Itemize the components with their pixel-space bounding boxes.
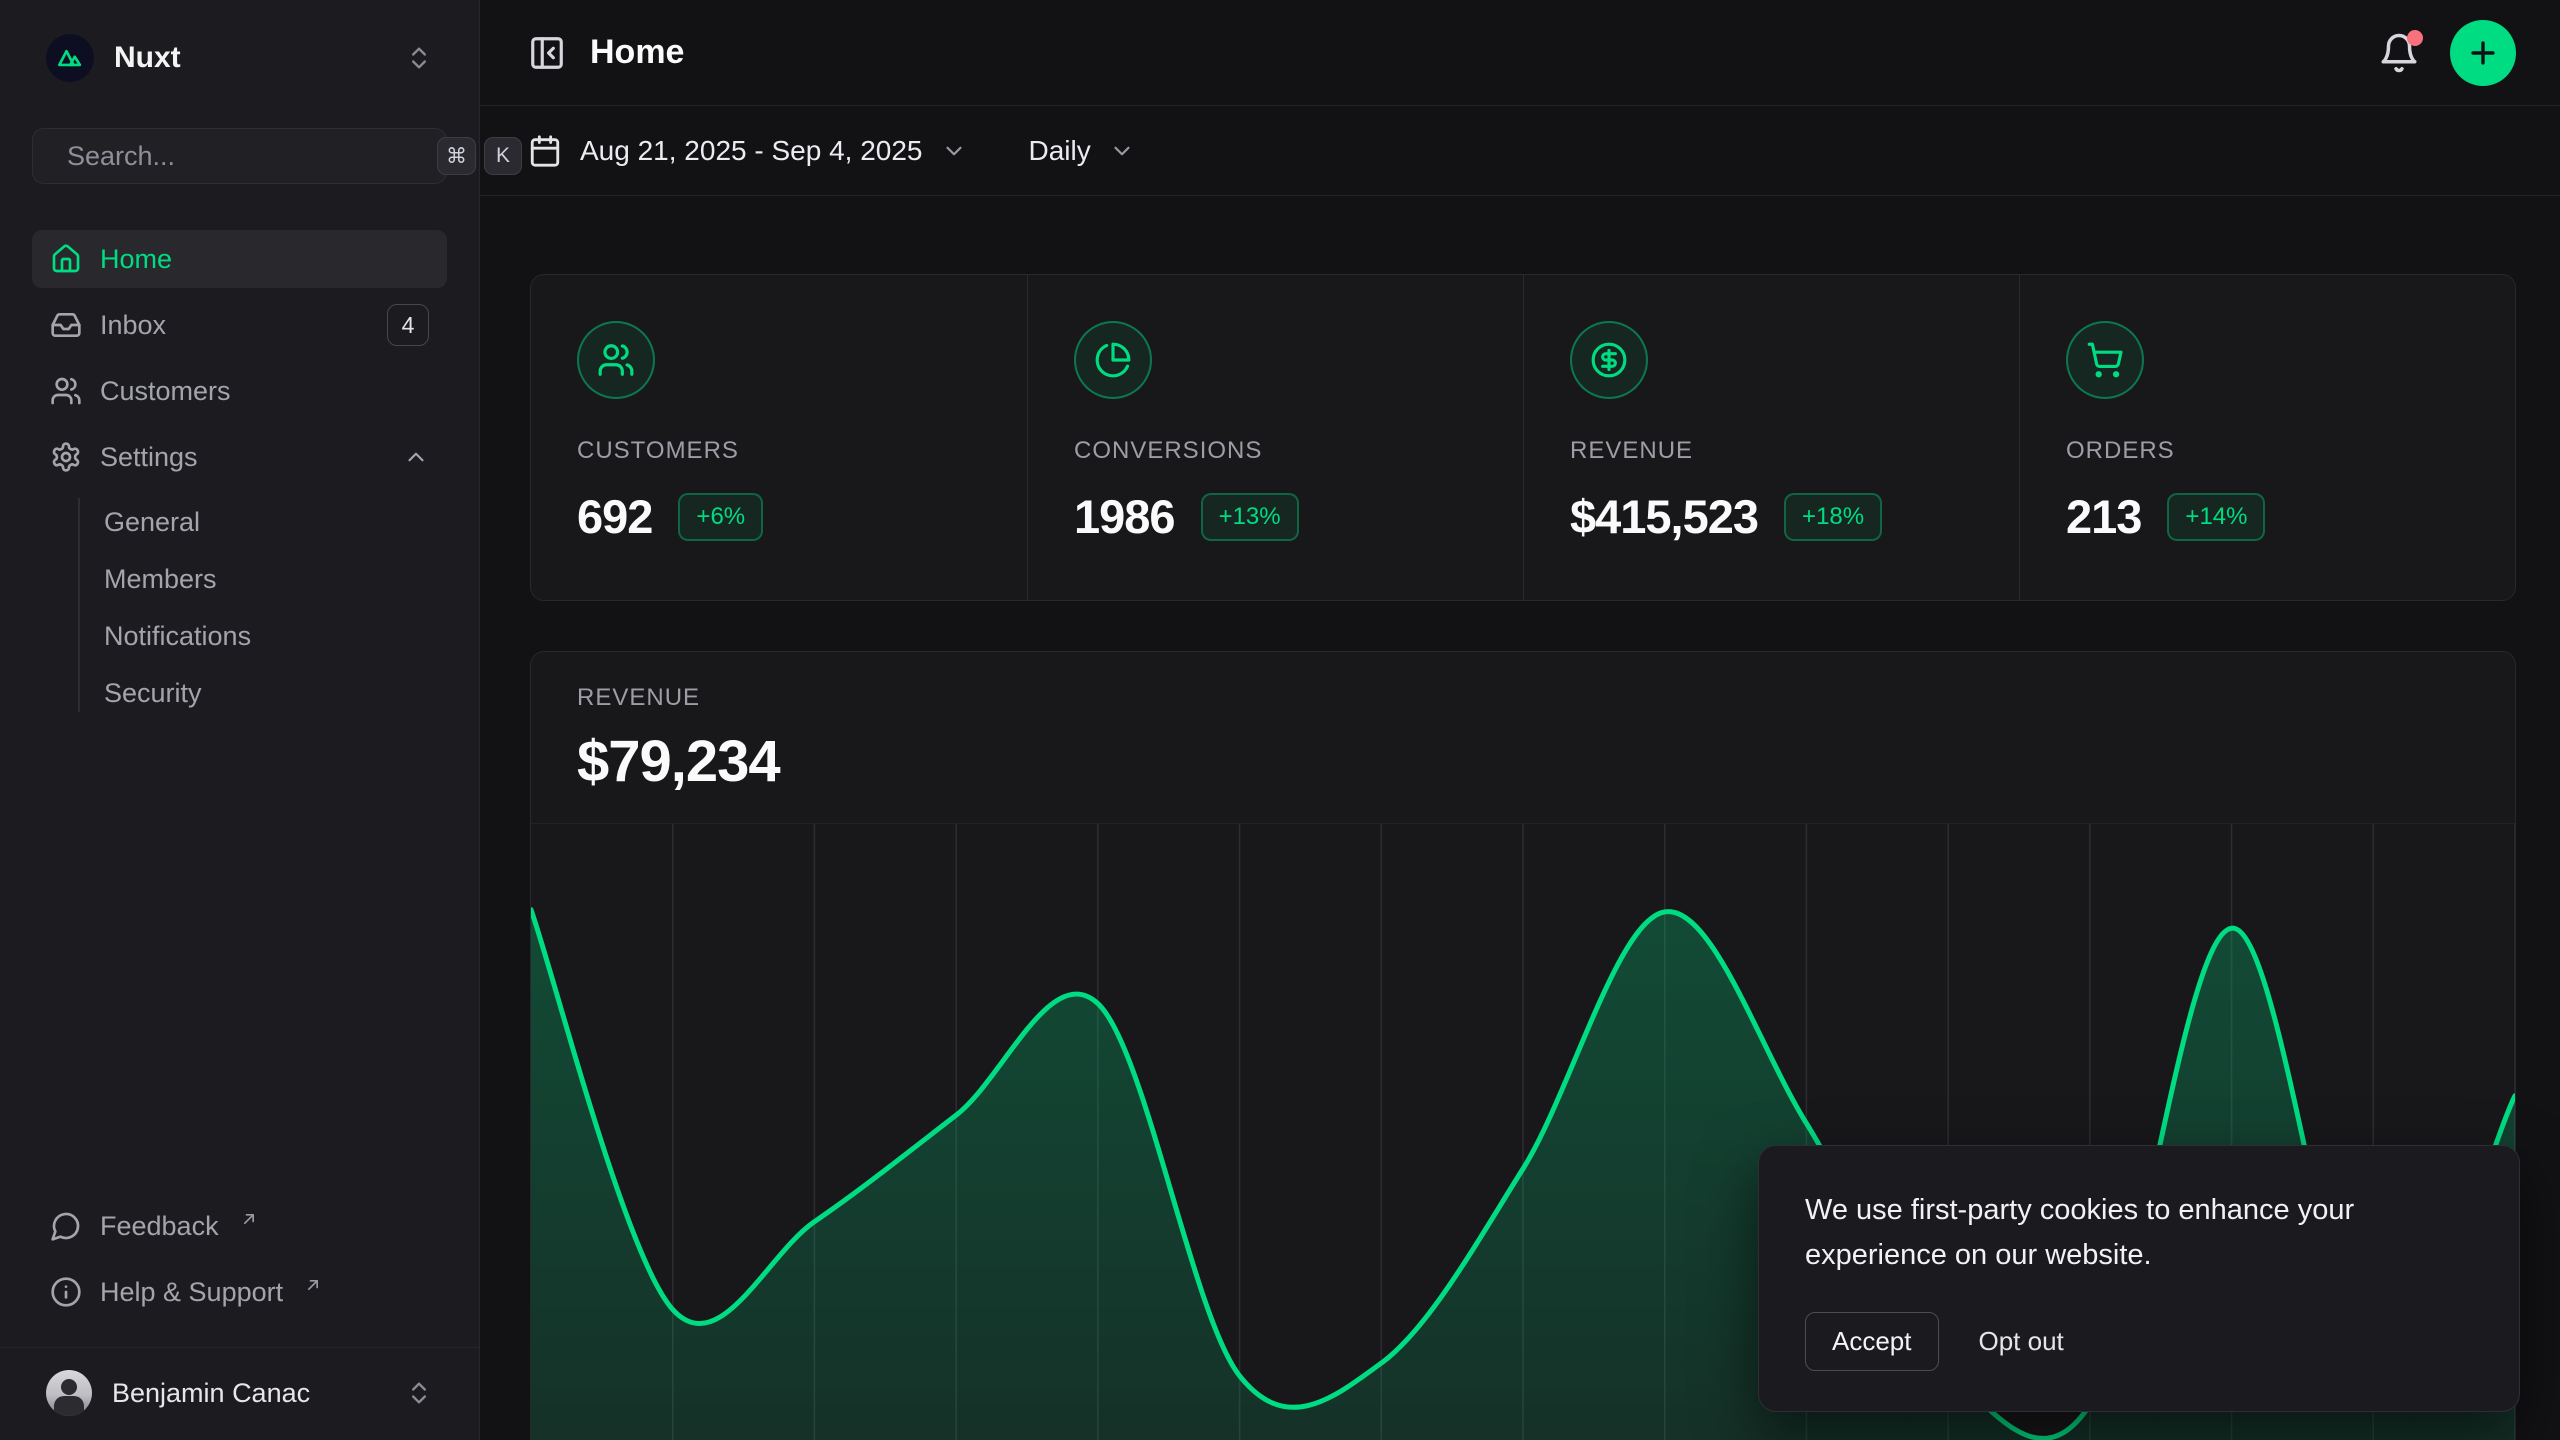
subnav-rail	[78, 498, 80, 712]
stat-icon-badge	[2066, 321, 2144, 399]
sidebar-item-notifications[interactable]: Notifications	[104, 608, 447, 665]
info-circle-icon	[50, 1276, 82, 1308]
dollar-circle-icon	[1590, 341, 1628, 379]
stat-customers[interactable]: CUSTOMERS 692 +6%	[531, 275, 1027, 600]
chevron-up-icon	[403, 444, 429, 470]
users-icon	[597, 341, 635, 379]
team-name: Nuxt	[114, 41, 181, 75]
stat-label: CONVERSIONS	[1074, 437, 1477, 465]
stat-value: $415,523	[1570, 489, 1758, 544]
stat-delta-badge: +6%	[678, 493, 763, 541]
accept-cookies-button[interactable]: Accept	[1805, 1312, 1939, 1371]
optout-cookies-button[interactable]: Opt out	[1979, 1326, 2064, 1357]
notification-dot	[2407, 30, 2423, 46]
revenue-total: $79,234	[577, 728, 2469, 795]
user-menu[interactable]: Benjamin Canac	[32, 1364, 447, 1422]
cookie-actions: Accept Opt out	[1805, 1312, 2473, 1371]
sidebar-item-settings[interactable]: Settings	[32, 428, 447, 486]
sidebar: Nuxt ⌘ K Home Inbox 4 Customers	[0, 0, 480, 1440]
chevron-down-icon	[941, 138, 967, 164]
pie-chart-icon	[1094, 341, 1132, 379]
sidebar-item-label: Settings	[100, 442, 198, 473]
stat-delta-badge: +18%	[1784, 493, 1882, 541]
users-icon	[50, 375, 82, 407]
sidebar-item-inbox[interactable]: Inbox 4	[32, 296, 447, 354]
stat-orders[interactable]: ORDERS 213 +14%	[2019, 275, 2515, 600]
inbox-icon	[50, 309, 82, 341]
granularity-label: Daily	[1029, 135, 1091, 167]
subnav-label: General	[104, 507, 200, 538]
home-icon	[50, 243, 82, 275]
subnav-label: Members	[104, 564, 217, 595]
user-name: Benjamin Canac	[112, 1378, 310, 1409]
sidebar-item-members[interactable]: Members	[104, 551, 447, 608]
cookie-message: We use first-party cookies to enhance yo…	[1805, 1188, 2405, 1278]
sidebar-item-label: Home	[100, 244, 172, 275]
stat-conversions[interactable]: CONVERSIONS 1986 +13%	[1027, 275, 1523, 600]
date-range-label: Aug 21, 2025 - Sep 4, 2025	[580, 135, 923, 167]
footer-link-label: Feedback	[100, 1211, 219, 1242]
avatar	[46, 1370, 92, 1416]
chevrons-up-down-icon	[405, 1379, 433, 1407]
collapse-sidebar-button[interactable]	[528, 34, 566, 72]
subnav-label: Security	[104, 678, 202, 709]
external-link-arrow-icon	[303, 1275, 323, 1295]
date-range-picker[interactable]: Aug 21, 2025 - Sep 4, 2025	[528, 134, 967, 168]
subnav-label: Notifications	[104, 621, 251, 652]
revenue-label: REVENUE	[577, 684, 2469, 712]
chevrons-up-down-icon	[405, 44, 433, 72]
search-input[interactable]	[67, 141, 421, 172]
page-title: Home	[590, 33, 684, 72]
revenue-header: REVENUE $79,234	[531, 652, 2515, 823]
filters-toolbar: Aug 21, 2025 - Sep 4, 2025 Daily	[480, 106, 2560, 196]
feedback-link[interactable]: Feedback	[32, 1197, 447, 1255]
help-support-link[interactable]: Help & Support	[32, 1263, 447, 1321]
search-box[interactable]: ⌘ K	[32, 128, 447, 184]
header-actions	[2378, 20, 2516, 86]
sidebar-item-customers[interactable]: Customers	[32, 362, 447, 420]
granularity-select[interactable]: Daily	[1029, 135, 1135, 167]
message-bubble-icon	[50, 1210, 82, 1242]
add-button[interactable]	[2450, 20, 2516, 86]
stat-delta-badge: +13%	[1201, 493, 1299, 541]
stat-value: 692	[577, 489, 652, 544]
kbd-cmd: ⌘	[437, 137, 476, 175]
external-link-arrow-icon	[239, 1209, 259, 1229]
stats-row: CUSTOMERS 692 +6% CONVERSIONS 1986 +13%	[530, 274, 2516, 601]
gear-icon	[50, 441, 82, 473]
calendar-icon	[528, 134, 562, 168]
stat-label: CUSTOMERS	[577, 437, 981, 465]
stat-value: 1986	[1074, 489, 1175, 544]
nuxt-logo	[46, 34, 94, 82]
sidebar-item-label: Customers	[100, 376, 231, 407]
stat-value: 213	[2066, 489, 2141, 544]
sidebar-item-label: Inbox	[100, 310, 166, 341]
plus-icon	[2466, 36, 2500, 70]
sidebar-footer: Feedback Help & Support	[32, 1197, 447, 1337]
settings-subnav: General Members Notifications Security	[32, 494, 447, 722]
cart-icon	[2086, 341, 2124, 379]
top-header: Home	[480, 0, 2560, 106]
stat-delta-badge: +14%	[2167, 493, 2265, 541]
sidebar-item-security[interactable]: Security	[104, 665, 447, 722]
stat-icon-badge	[577, 321, 655, 399]
sidebar-nav: Home Inbox 4 Customers Settings General …	[32, 230, 447, 730]
stat-label: ORDERS	[2066, 437, 2469, 465]
stat-revenue[interactable]: REVENUE $415,523 +18%	[1523, 275, 2019, 600]
sidebar-item-general[interactable]: General	[104, 494, 447, 551]
stat-icon-badge	[1074, 321, 1152, 399]
inbox-count-badge: 4	[387, 304, 429, 346]
panel-left-icon	[528, 34, 566, 72]
user-section: Benjamin Canac	[0, 1347, 479, 1440]
team-switcher[interactable]: Nuxt	[32, 26, 447, 90]
cookie-banner: We use first-party cookies to enhance yo…	[1758, 1145, 2520, 1412]
sidebar-item-home[interactable]: Home	[32, 230, 447, 288]
notifications-button[interactable]	[2378, 32, 2420, 74]
footer-link-label: Help & Support	[100, 1277, 283, 1308]
stat-label: REVENUE	[1570, 437, 1973, 465]
chevron-down-icon	[1109, 138, 1135, 164]
stat-icon-badge	[1570, 321, 1648, 399]
